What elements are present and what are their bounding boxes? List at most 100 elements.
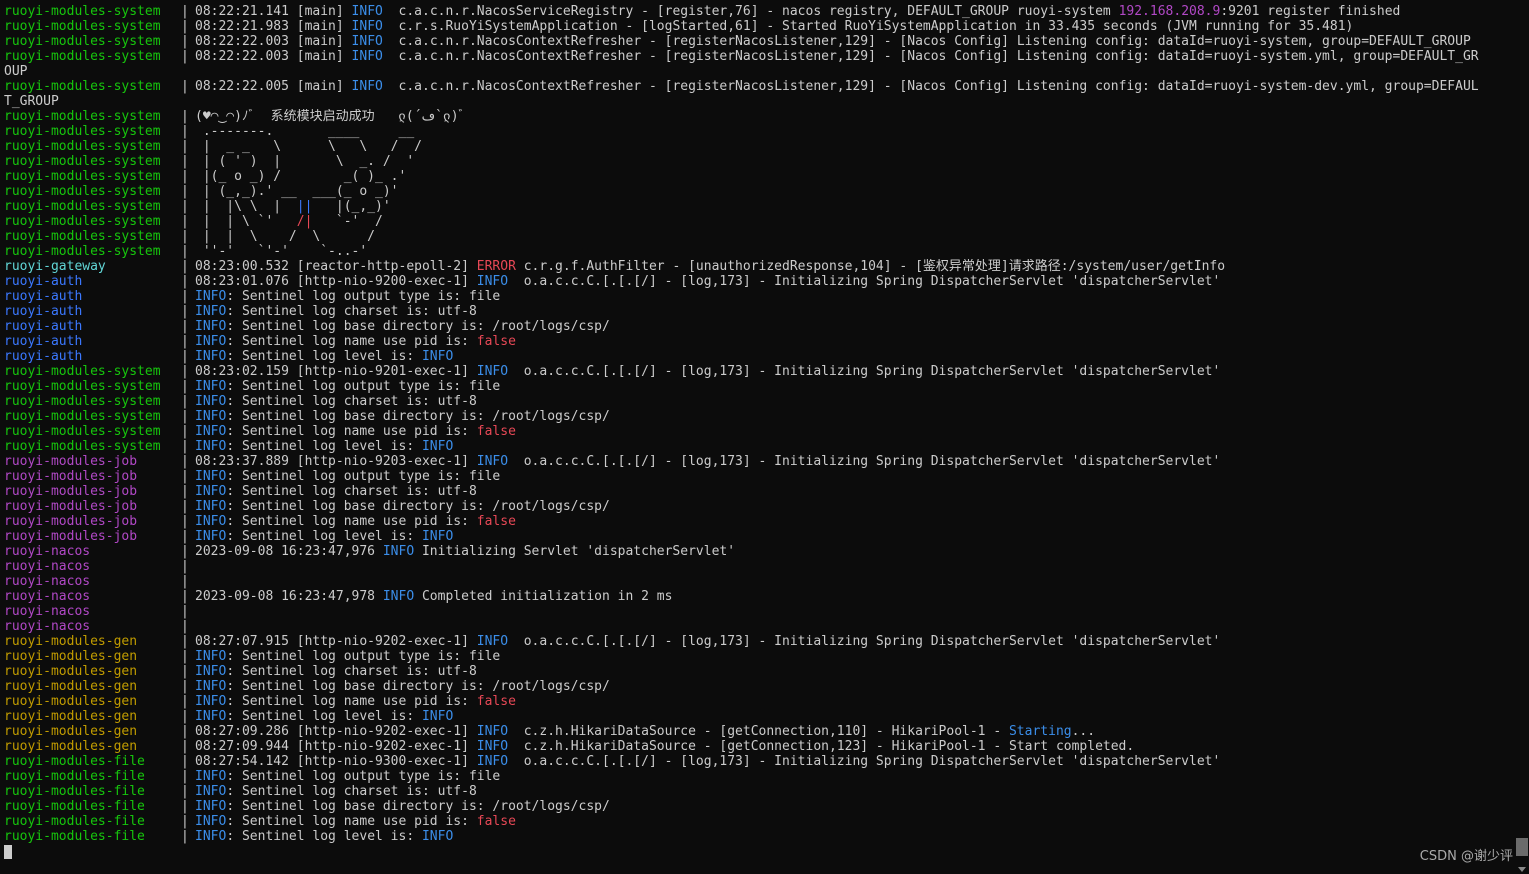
log-line: ruoyi-modules-job | INFO: Sentinel log nam… — [4, 514, 1514, 529]
log-level: INFO — [195, 649, 227, 664]
separator: | — [181, 349, 189, 364]
log-line: ruoyi-nacos | — [4, 574, 1514, 589]
log-message: :9201 register finished — [1220, 4, 1401, 19]
log-message: ''-' `'-' `-..-' — [195, 244, 368, 259]
log-message: : Sentinel log output type is: file — [226, 379, 501, 394]
log-message: | ( ' ) | \ _. / ' — [195, 154, 415, 169]
separator: | — [181, 514, 189, 529]
log-message: ... — [1071, 724, 1096, 739]
log-message: 08:22:21.983 [main] — [195, 19, 352, 34]
log-message: 08:27:09.286 [http-nio-9202-exec-1] — [195, 724, 477, 739]
service-name: ruoyi-modules-gen — [4, 634, 138, 649]
log-message: c.r.s.RuoYiSystemApplication - [logStart… — [382, 19, 1354, 34]
log-line: ruoyi-modules-gen | 08:27:09.944 [http-nio… — [4, 739, 1514, 754]
separator: | — [181, 604, 189, 619]
separator: | — [181, 199, 189, 214]
separator: | — [181, 154, 189, 169]
log-message: Initializing Servlet 'dispatcherServlet' — [414, 544, 736, 559]
separator: | — [181, 829, 189, 844]
service-name: ruoyi-nacos — [4, 574, 91, 589]
log-message: 08:23:37.889 [http-nio-9203-exec-1] — [195, 454, 477, 469]
separator: | — [181, 574, 189, 589]
log-message: : Sentinel log base directory is: /root/… — [226, 799, 610, 814]
log-message: : Sentinel log level is: — [226, 439, 422, 454]
log-line: ruoyi-auth | INFO: Sentinel log output typ… — [4, 289, 1514, 304]
log-message: 08:23:01.076 [http-nio-9200-exec-1] — [195, 274, 477, 289]
service-name: ruoyi-modules-system — [4, 229, 161, 244]
log-message: | | \ / \ / — [195, 229, 376, 244]
log-line: ruoyi-modules-file | INFO: Sentinel log le… — [4, 829, 1514, 844]
log-message: |(_,_)' — [312, 199, 391, 214]
log-level: INFO — [195, 709, 227, 724]
log-message: : Sentinel log name use pid is: — [226, 334, 477, 349]
log-message: false — [476, 424, 516, 439]
log-message: : Sentinel log base directory is: /root/… — [226, 679, 610, 694]
log-line: OUP — [4, 64, 1514, 79]
log-message: o.a.c.c.C.[.[.[/] - [log,173] - Initiali… — [508, 454, 1221, 469]
text-cursor — [4, 845, 12, 859]
separator: | — [181, 364, 189, 379]
log-level: INFO — [421, 349, 454, 364]
service-name: ruoyi-auth — [4, 349, 83, 364]
log-message: : Sentinel log level is: — [226, 829, 422, 844]
log-level: INFO — [421, 829, 454, 844]
log-message: c.a.c.n.r.NacosServiceRegistry - [regist… — [382, 4, 1119, 19]
service-name: ruoyi-modules-system — [4, 19, 161, 34]
separator: | — [181, 529, 189, 544]
separator: | — [181, 394, 189, 409]
scrollbar[interactable] — [1515, 0, 1529, 874]
log-message: : Sentinel log output type is: file — [226, 769, 501, 784]
service-name: ruoyi-modules-file — [4, 769, 145, 784]
log-level: INFO — [195, 439, 227, 454]
service-name: ruoyi-modules-system — [4, 79, 161, 94]
log-message: 08:27:09.944 [http-nio-9202-exec-1] — [195, 739, 477, 754]
log-message: c.z.h.HikariDataSource - [getConnection,… — [508, 724, 1009, 739]
service-name: ruoyi-modules-gen — [4, 679, 138, 694]
log-message: false — [476, 814, 516, 829]
log-message: 08:22:22.003 [main] — [195, 34, 352, 49]
log-message: : Sentinel log name use pid is: — [226, 514, 477, 529]
log-message: /| — [296, 214, 313, 229]
service-name: ruoyi-auth — [4, 319, 83, 334]
log-line: ruoyi-modules-system | 08:22:21.983 [main]… — [4, 19, 1514, 34]
service-name: ruoyi-modules-file — [4, 799, 145, 814]
log-message: : Sentinel log output type is: file — [226, 469, 501, 484]
separator: | — [181, 34, 189, 49]
scroll-down-arrow-icon[interactable] — [1518, 867, 1526, 872]
log-line: ruoyi-modules-system | INFO: Sentinel log … — [4, 424, 1514, 439]
log-line: ruoyi-gateway | 08:23:00.532 [reactor-http… — [4, 259, 1514, 274]
log-line: ruoyi-modules-gen | INFO: Sentinel log out… — [4, 649, 1514, 664]
log-message: : Sentinel log output type is: file — [226, 289, 501, 304]
log-line: ruoyi-nacos | 2023-09-08 16:23:47,978 INFO… — [4, 589, 1514, 604]
separator: | — [181, 184, 189, 199]
service-name: ruoyi-modules-system — [4, 109, 161, 124]
log-line: ruoyi-modules-system | .-------. ____ __ — [4, 124, 1514, 139]
separator: | — [181, 769, 189, 784]
service-name: ruoyi-modules-file — [4, 814, 145, 829]
log-line: ruoyi-modules-job | INFO: Sentinel log bas… — [4, 499, 1514, 514]
log-message: : Sentinel log level is: — [226, 709, 422, 724]
log-message: 2023-09-08 16:23:47,976 — [195, 544, 383, 559]
log-message: : Sentinel log charset is: utf-8 — [226, 394, 477, 409]
log-line: ruoyi-modules-system | (♥◠‿◠)ﾉﾞ 系统模块启动成功 ლ… — [4, 109, 1514, 124]
log-message: 08:22:22.003 [main] — [195, 49, 352, 64]
scrollbar-thumb[interactable] — [1516, 838, 1528, 856]
log-level: INFO — [476, 454, 509, 469]
separator: | — [181, 709, 189, 724]
service-name: ruoyi-modules-gen — [4, 724, 138, 739]
log-message: : Sentinel log charset is: utf-8 — [226, 784, 477, 799]
log-line: ruoyi-modules-file | INFO: Sentinel log na… — [4, 814, 1514, 829]
separator: | — [181, 319, 189, 334]
log-line: ruoyi-modules-gen | INFO: Sentinel log lev… — [4, 709, 1514, 724]
service-name: ruoyi-modules-job — [4, 484, 138, 499]
service-name: ruoyi-modules-file — [4, 784, 145, 799]
service-name: ruoyi-modules-gen — [4, 649, 138, 664]
separator: | — [181, 304, 189, 319]
separator: | — [181, 484, 189, 499]
log-message: : Sentinel log base directory is: /root/… — [226, 499, 610, 514]
service-name: ruoyi-modules-job — [4, 469, 138, 484]
log-message: o.a.c.c.C.[.[.[/] - [log,173] - Initiali… — [508, 364, 1221, 379]
log-message: : Sentinel log charset is: utf-8 — [226, 664, 477, 679]
log-level: INFO — [382, 544, 415, 559]
terminal-window[interactable]: ruoyi-modules-system | 08:22:21.141 [main]… — [0, 0, 1529, 874]
